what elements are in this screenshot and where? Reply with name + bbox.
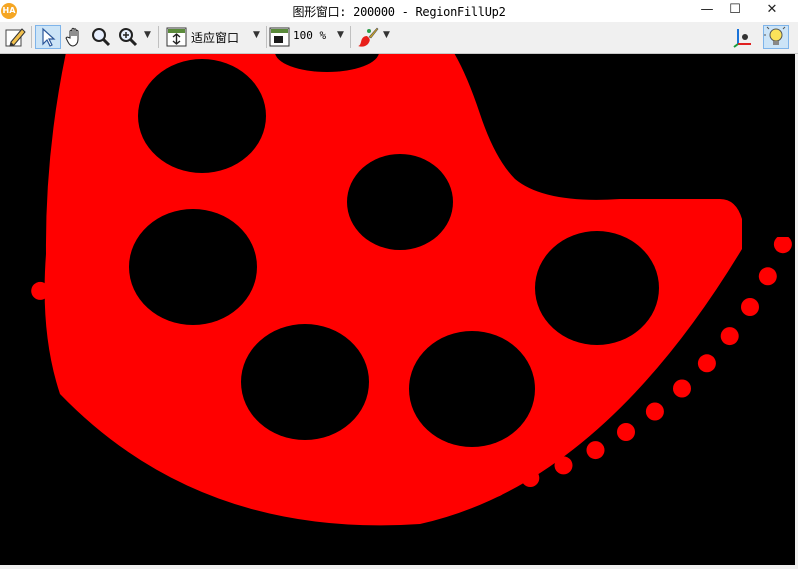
gear-tooth	[586, 441, 605, 460]
zoom-percent-dropdown[interactable]: ▼	[337, 30, 344, 40]
toolbar: ▼ 适应窗口 ▼ 100 % ▼ ▼	[0, 22, 798, 54]
pan-tool-button[interactable]	[63, 25, 87, 49]
gear-tooth	[276, 473, 295, 492]
maximize-button[interactable]: ☐	[720, 0, 750, 22]
hand-pan-icon	[65, 27, 79, 47]
fit-window-dropdown[interactable]: ▼	[253, 30, 260, 40]
magnifier-icon	[92, 28, 111, 47]
3d-axes-icon	[733, 29, 751, 48]
zoom-tool-button[interactable]	[116, 25, 140, 49]
gear-tooth	[758, 267, 777, 286]
zoom-in-icon	[119, 28, 138, 47]
3d-view-button[interactable]	[731, 25, 755, 49]
gear-tooth	[71, 340, 90, 359]
image-canvas[interactable]	[0, 54, 795, 565]
paint-brush-icon	[358, 27, 379, 47]
gear-tooth	[645, 402, 664, 421]
gear-tooth	[697, 354, 716, 373]
zoom-tool-dropdown[interactable]: ▼	[144, 30, 151, 40]
gear-tooth	[617, 423, 635, 441]
fit-window-icon	[166, 27, 187, 47]
graphics-window: HA 图形窗口: 200000 - RegionFillUp2 — ☐ ✕ ▼ …	[0, 0, 798, 569]
toolbar-separator	[350, 26, 351, 48]
zoom-percent-button[interactable]	[268, 25, 292, 49]
fit-window-button[interactable]	[165, 25, 189, 49]
paint-button[interactable]	[356, 25, 380, 49]
gear-tooth	[346, 487, 365, 506]
gear-tooth	[720, 327, 739, 346]
gear-tooth	[452, 485, 471, 504]
gear-tooth	[773, 237, 792, 254]
gear-tooth	[243, 462, 261, 481]
gear-tooth	[381, 489, 400, 508]
gear-tooth	[673, 379, 691, 398]
gear-tooth	[311, 482, 330, 501]
minimize-button[interactable]: —	[692, 0, 722, 22]
gear-tooth	[554, 456, 573, 475]
magnify-tool-button[interactable]	[89, 25, 113, 49]
gear-tooth	[95, 366, 114, 385]
gear-tooth	[149, 412, 168, 431]
paint-dropdown[interactable]: ▼	[383, 30, 390, 40]
toolbar-separator	[158, 26, 159, 48]
title-bar[interactable]: HA 图形窗口: 200000 - RegionFillUp2 — ☐ ✕	[0, 0, 798, 22]
gear-tooth	[521, 469, 540, 487]
gear-tooth	[210, 448, 229, 467]
window-title: 图形窗口: 200000 - RegionFillUp2	[292, 5, 506, 19]
zoom-percent-label[interactable]: 100 %	[293, 29, 326, 42]
pointer-arrow-icon	[42, 27, 56, 47]
gear-tooth	[31, 281, 50, 300]
gear-tooth	[741, 298, 759, 316]
gear-tooth	[179, 431, 198, 450]
gear-region-image	[0, 54, 795, 565]
fit-window-label[interactable]: 适应窗口	[191, 29, 239, 46]
pencil-edit-icon	[5, 28, 26, 47]
edit-button[interactable]	[3, 25, 27, 49]
pointer-tool-button[interactable]	[35, 25, 61, 49]
toolbar-separator	[31, 26, 32, 48]
gear-tooth	[50, 311, 69, 330]
window-border-bottom	[0, 565, 798, 569]
gear-tooth	[417, 489, 436, 508]
toolbar-separator	[266, 26, 267, 48]
close-button[interactable]: ✕	[748, 0, 796, 22]
gear-tooth	[487, 478, 506, 497]
lightbulb-icon	[764, 26, 786, 45]
hint-button[interactable]	[763, 25, 789, 49]
zoom-percent-icon	[269, 27, 290, 47]
gear-tooth	[121, 390, 140, 409]
